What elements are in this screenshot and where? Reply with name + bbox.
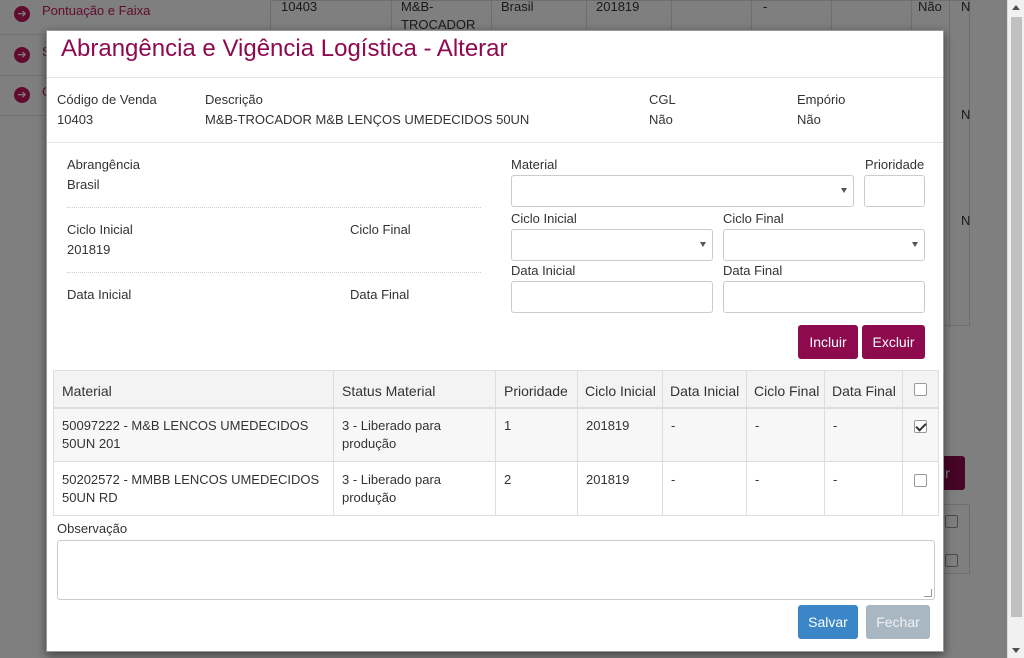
cell-data-final: - xyxy=(833,472,838,487)
abrangencia-value: Brasil xyxy=(67,177,100,192)
ciclo-inicial-select[interactable] xyxy=(511,229,713,261)
column-header-ciclo-inicial[interactable]: Ciclo Inicial xyxy=(585,383,656,399)
fechar-button[interactable]: Fechar xyxy=(866,605,930,639)
table-row[interactable]: 50202572 - MMBB LENCOS UMEDECIDOS 50UN RD… xyxy=(54,463,938,516)
abrangencia-label: Abrangência xyxy=(67,157,140,172)
excluir-button[interactable]: Excluir xyxy=(862,325,925,359)
cell-data-inicial: - xyxy=(671,418,676,433)
cgl-value: Não xyxy=(649,112,673,127)
cell-ciclo-inicial: 201819 xyxy=(586,418,630,433)
ciclo-inicial-label: Ciclo Inicial xyxy=(511,211,577,226)
cell-prioridade: 2 xyxy=(504,472,512,487)
observacao-label: Observação xyxy=(57,521,128,536)
data-inicial-input[interactable] xyxy=(511,281,713,313)
table-header: Material Status Material Prioridade Cicl… xyxy=(54,371,938,409)
observacao-textarea[interactable] xyxy=(57,540,935,600)
cell-data-final: - xyxy=(833,418,838,433)
ciclo-final-select[interactable] xyxy=(723,229,925,261)
materials-table: Material Status Material Prioridade Cicl… xyxy=(53,370,939,516)
column-divider xyxy=(333,371,334,515)
column-divider xyxy=(746,371,747,515)
descricao-label: Descrição xyxy=(205,92,263,107)
descricao-value: M&B-TROCADOR M&B LENÇOS UMEDECIDOS 50UN xyxy=(205,112,530,127)
column-header-ciclo-final[interactable]: Ciclo Final xyxy=(754,383,819,399)
row-checkbox[interactable] xyxy=(914,474,927,487)
column-header-material[interactable]: Material xyxy=(62,383,112,399)
cell-material: 50202572 - MMBB LENCOS UMEDECIDOS 50UN RD xyxy=(62,472,320,505)
cell-status: 3 - Liberado para produção xyxy=(342,472,442,505)
cell-prioridade: 1 xyxy=(504,418,512,433)
summary-divider xyxy=(67,207,481,208)
resize-handle-icon[interactable] xyxy=(924,589,932,597)
scrollbar-thumb[interactable] xyxy=(1011,17,1022,617)
data-final-input[interactable] xyxy=(723,281,925,313)
scroll-down-icon[interactable] xyxy=(1012,648,1020,653)
data-final-label: Data Final xyxy=(723,263,783,278)
column-header-prioridade[interactable]: Prioridade xyxy=(504,383,568,399)
chevron-down-icon xyxy=(700,242,706,247)
prioridade-label: Prioridade xyxy=(865,157,925,172)
column-divider xyxy=(495,371,496,515)
page-scrollbar[interactable] xyxy=(1007,0,1024,658)
select-all-checkbox[interactable] xyxy=(914,383,927,396)
prioridade-input[interactable] xyxy=(864,175,925,207)
emporio-value: Não xyxy=(797,112,821,127)
data-inicial-summary-label: Data Inicial xyxy=(67,287,132,302)
column-divider xyxy=(902,371,903,515)
data-inicial-label: Data Inicial xyxy=(511,263,576,278)
cell-status: 3 - Liberado para produção xyxy=(342,418,442,451)
cell-ciclo-final: - xyxy=(755,418,760,433)
ciclo-final-label: Ciclo Final xyxy=(723,211,784,226)
cell-ciclo-inicial: 201819 xyxy=(586,472,630,487)
modal-header: Abrangência e Vigência Logística - Alter… xyxy=(47,31,943,78)
material-select[interactable] xyxy=(511,175,854,207)
salvar-button[interactable]: Salvar xyxy=(798,605,858,639)
summary-divider xyxy=(67,272,481,273)
column-header-data-final[interactable]: Data Final xyxy=(832,383,896,399)
column-divider xyxy=(662,371,663,515)
emporio-label: Empório xyxy=(797,92,846,107)
cgl-label: CGL xyxy=(649,92,676,107)
column-header-data-inicial[interactable]: Data Inicial xyxy=(670,383,739,399)
column-header-status[interactable]: Status Material xyxy=(342,383,435,399)
modal-title: Abrangência e Vigência Logística - Alter… xyxy=(61,35,508,62)
material-label: Material xyxy=(511,157,558,172)
codigo-venda-value: 10403 xyxy=(57,112,94,127)
incluir-button[interactable]: Incluir xyxy=(798,325,858,359)
data-final-summary-label: Data Final xyxy=(350,287,410,302)
table-row[interactable]: 50097222 - M&B LENCOS UMEDECIDOS 50UN 201… xyxy=(54,409,938,462)
modal-dialog: Abrangência e Vigência Logística - Alter… xyxy=(46,30,944,652)
ciclo-final-summary-label: Ciclo Final xyxy=(350,222,411,237)
chevron-down-icon xyxy=(841,188,847,193)
cell-data-inicial: - xyxy=(671,472,676,487)
column-divider xyxy=(577,371,578,515)
chevron-down-icon xyxy=(912,242,918,247)
row-checkbox[interactable] xyxy=(914,420,927,433)
scroll-up-icon[interactable] xyxy=(1012,5,1020,10)
column-divider xyxy=(824,371,825,515)
ciclo-inicial-summary-value: 201819 xyxy=(67,242,111,257)
ciclo-inicial-summary-label: Ciclo Inicial xyxy=(67,222,133,237)
codigo-venda-label: Código de Venda xyxy=(57,92,157,107)
cell-material: 50097222 - M&B LENCOS UMEDECIDOS 50UN 201 xyxy=(62,418,309,451)
section-divider xyxy=(47,142,943,143)
cell-ciclo-final: - xyxy=(755,472,760,487)
